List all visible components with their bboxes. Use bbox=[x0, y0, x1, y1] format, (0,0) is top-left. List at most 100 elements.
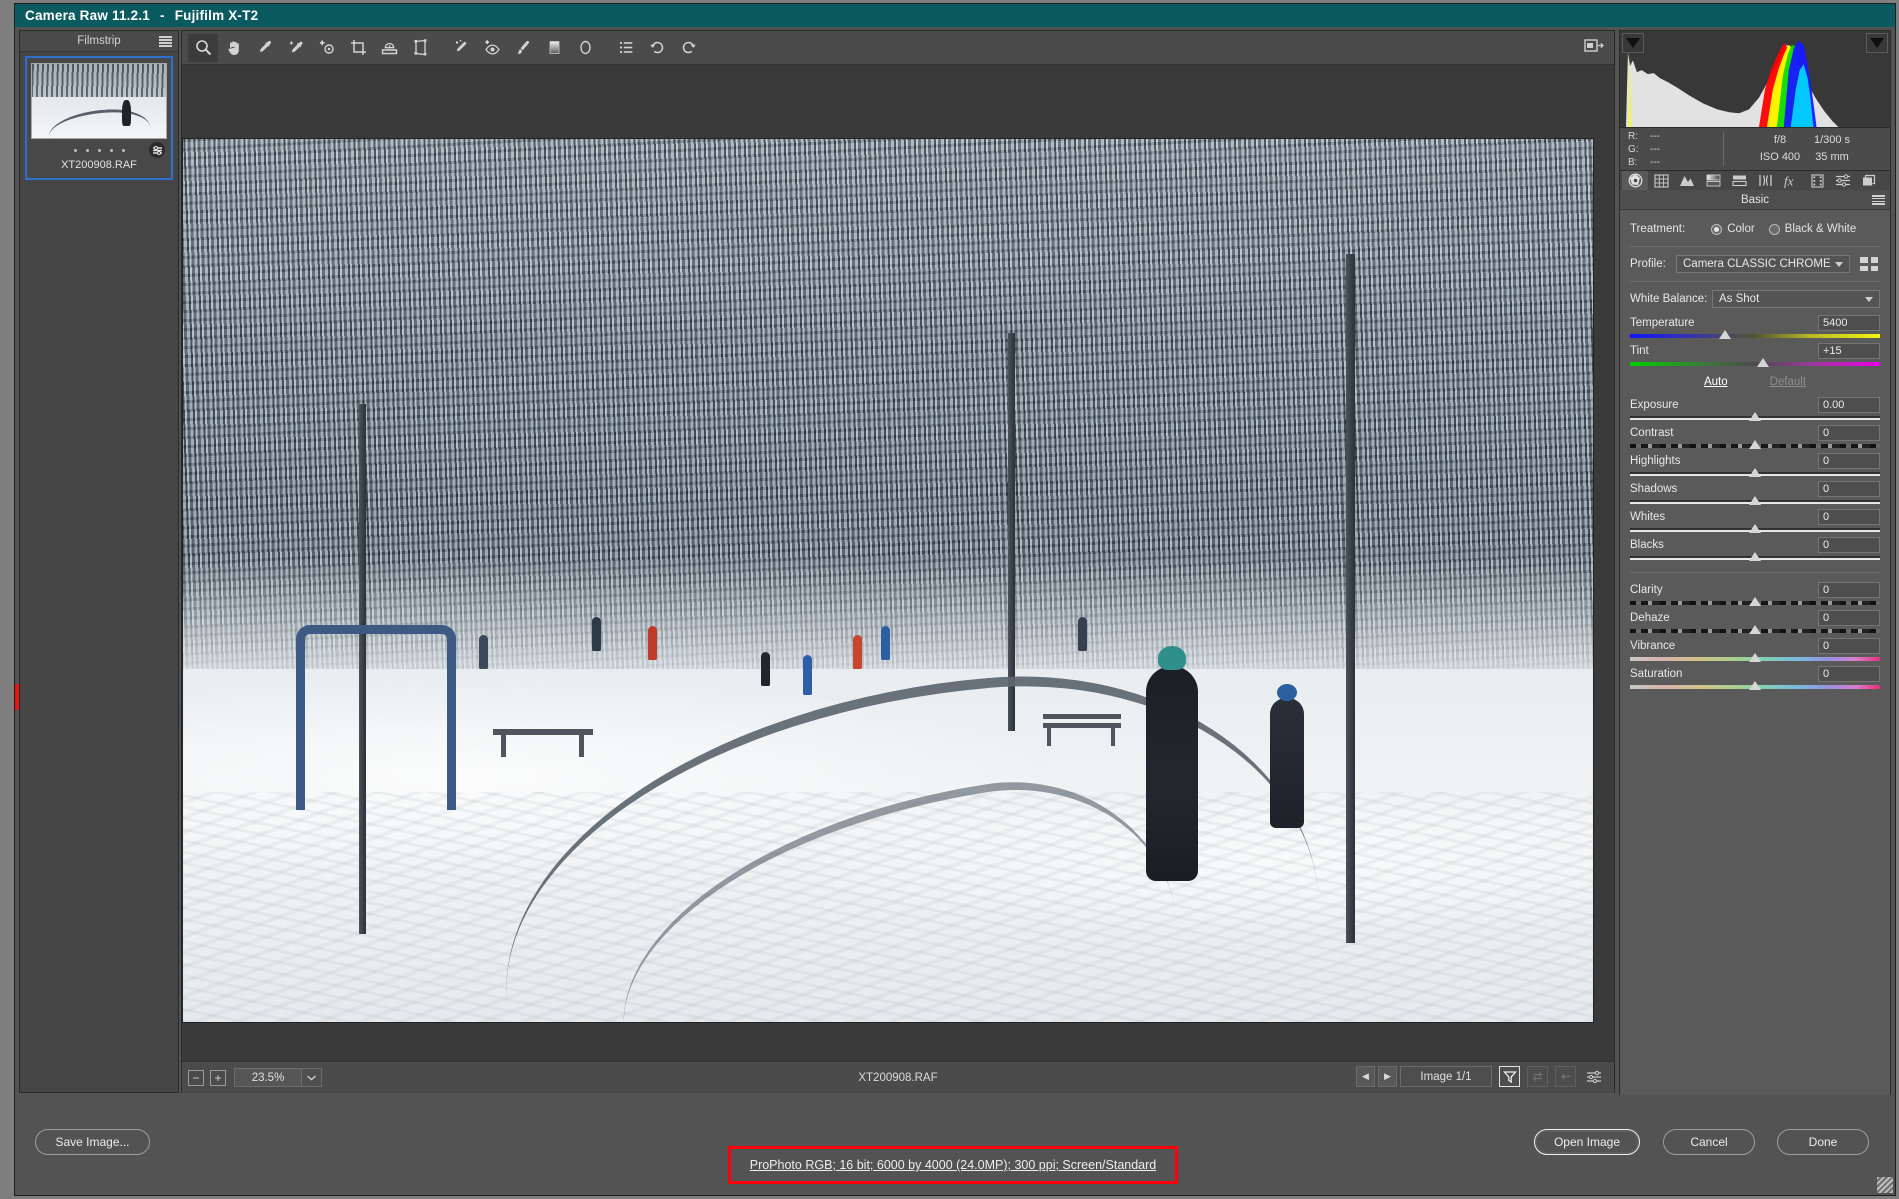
crop-tool[interactable] bbox=[343, 34, 373, 62]
tint-thumb[interactable] bbox=[1756, 358, 1769, 367]
image-canvas[interactable]: − + 23.5% XT200908.RAF ◀ ▶ Image 1/1 bbox=[182, 65, 1614, 1093]
blacks-thumb[interactable] bbox=[1749, 552, 1761, 561]
blacks-value[interactable]: 0 bbox=[1818, 536, 1880, 553]
saturation-track[interactable] bbox=[1630, 681, 1880, 690]
zoom-in-button[interactable]: + bbox=[210, 1069, 226, 1086]
open-image-button[interactable]: Open Image bbox=[1534, 1129, 1640, 1155]
exposure-track[interactable] bbox=[1630, 412, 1880, 421]
shadows-track[interactable] bbox=[1630, 496, 1880, 505]
highlight-clipping-triangle-icon[interactable] bbox=[1866, 33, 1888, 53]
tab-effects[interactable]: fx bbox=[1778, 171, 1804, 190]
save-image-button[interactable]: Save Image... bbox=[35, 1129, 150, 1155]
spot-removal-tool[interactable] bbox=[446, 34, 476, 62]
filmstrip-thumbnail[interactable]: XT200908.RAF bbox=[25, 56, 173, 180]
dehaze-value[interactable]: 0 bbox=[1818, 609, 1880, 626]
previous-image-button[interactable]: ◀ bbox=[1356, 1066, 1375, 1087]
tab-tone-curve[interactable] bbox=[1648, 171, 1674, 190]
clarity-thumb[interactable] bbox=[1749, 597, 1761, 606]
next-image-button[interactable]: ▶ bbox=[1378, 1066, 1397, 1087]
presets-tool[interactable] bbox=[611, 34, 641, 62]
saturation-thumb[interactable] bbox=[1749, 681, 1761, 690]
settings-sliders-icon[interactable] bbox=[1583, 1066, 1604, 1087]
highlights-value[interactable]: 0 bbox=[1818, 452, 1880, 469]
dehaze-track[interactable] bbox=[1630, 625, 1880, 634]
tab-lens-corrections[interactable] bbox=[1752, 171, 1778, 190]
radio-color-icon bbox=[1711, 223, 1723, 235]
cancel-button[interactable]: Cancel bbox=[1663, 1129, 1755, 1155]
highlights-track[interactable] bbox=[1630, 468, 1880, 477]
straighten-tool[interactable] bbox=[374, 34, 404, 62]
sync-settings-icon[interactable] bbox=[1527, 1066, 1548, 1087]
temperature-value[interactable]: 5400 bbox=[1818, 314, 1880, 331]
graduated-filter-tool[interactable] bbox=[539, 34, 569, 62]
filter-funnel-icon[interactable] bbox=[1499, 1066, 1520, 1087]
tab-basic[interactable] bbox=[1622, 171, 1648, 190]
tab-calibration[interactable] bbox=[1804, 171, 1830, 190]
temperature-thumb[interactable] bbox=[1719, 330, 1731, 339]
adjustment-badge-icon[interactable] bbox=[149, 142, 165, 158]
tab-presets[interactable] bbox=[1830, 171, 1856, 190]
whites-value[interactable]: 0 bbox=[1818, 508, 1880, 525]
profile-select[interactable]: Camera CLASSIC CHROME bbox=[1676, 255, 1850, 273]
camera-model: Fujifilm X-T2 bbox=[174, 8, 259, 23]
window-resize-grip[interactable] bbox=[1877, 1177, 1893, 1193]
histogram[interactable] bbox=[1619, 30, 1891, 128]
white-balance-tool[interactable] bbox=[250, 34, 280, 62]
treatment-color-option[interactable]: Color bbox=[1711, 223, 1755, 235]
auto-button[interactable]: Auto bbox=[1704, 376, 1728, 388]
aperture-value: f/8 bbox=[1773, 134, 1787, 146]
default-button[interactable]: Default bbox=[1770, 376, 1806, 388]
hamburger-menu-icon[interactable] bbox=[159, 36, 172, 47]
contrast-track[interactable] bbox=[1630, 440, 1880, 449]
transform-tool[interactable] bbox=[405, 34, 435, 62]
contrast-thumb[interactable] bbox=[1749, 440, 1761, 449]
contrast-value[interactable]: 0 bbox=[1818, 424, 1880, 441]
white-balance-select[interactable]: As Shot bbox=[1712, 290, 1880, 308]
clarity-track[interactable] bbox=[1630, 597, 1880, 606]
red-eye-tool[interactable] bbox=[477, 34, 507, 62]
tab-detail[interactable] bbox=[1674, 171, 1700, 190]
rotate-clockwise-tool[interactable] bbox=[673, 34, 703, 62]
zoom-level-value[interactable]: 23.5% bbox=[234, 1068, 302, 1087]
panel-menu-icon[interactable] bbox=[1872, 195, 1885, 205]
treatment-bw-option[interactable]: Black & White bbox=[1768, 223, 1856, 235]
vibrance-track[interactable] bbox=[1630, 653, 1880, 662]
photo-distant-person-2 bbox=[591, 617, 601, 652]
highlights-thumb[interactable] bbox=[1749, 468, 1761, 477]
shadows-thumb[interactable] bbox=[1749, 496, 1761, 505]
dehaze-thumb[interactable] bbox=[1749, 625, 1761, 634]
exposure-thumb[interactable] bbox=[1749, 412, 1761, 421]
vibrance-thumb[interactable] bbox=[1749, 653, 1761, 662]
workflow-options-link[interactable]: ProPhoto RGB; 16 bit; 6000 by 4000 (24.0… bbox=[750, 1158, 1157, 1172]
tab-split-toning[interactable] bbox=[1726, 171, 1752, 190]
tint-track[interactable] bbox=[1630, 358, 1880, 367]
vibrance-value[interactable]: 0 bbox=[1818, 637, 1880, 654]
toggle-fullscreen-icon[interactable] bbox=[1584, 37, 1604, 60]
temperature-track[interactable] bbox=[1630, 330, 1880, 339]
blacks-track[interactable] bbox=[1630, 552, 1880, 561]
hand-tool[interactable] bbox=[219, 34, 249, 62]
clarity-value[interactable]: 0 bbox=[1818, 581, 1880, 598]
left-arrow-icon[interactable] bbox=[1555, 1066, 1576, 1087]
rotate-counterclockwise-tool[interactable] bbox=[642, 34, 672, 62]
shadow-clipping-triangle-icon[interactable] bbox=[1622, 33, 1644, 53]
done-button[interactable]: Done bbox=[1777, 1129, 1869, 1155]
zoom-out-button[interactable]: − bbox=[188, 1069, 204, 1086]
tab-snapshots[interactable] bbox=[1856, 171, 1882, 190]
saturation-value[interactable]: 0 bbox=[1818, 665, 1880, 682]
targeted-adjustment-tool[interactable] bbox=[312, 34, 342, 62]
profile-browser-grid-icon[interactable] bbox=[1858, 255, 1880, 273]
tint-value[interactable]: +15 bbox=[1818, 342, 1880, 359]
shadows-value[interactable]: 0 bbox=[1818, 480, 1880, 497]
whites-track[interactable] bbox=[1630, 524, 1880, 533]
tab-hsl-grayscale[interactable] bbox=[1700, 171, 1726, 190]
preview-image[interactable] bbox=[182, 138, 1594, 1023]
zoom-tool[interactable] bbox=[188, 33, 218, 62]
exposure-value[interactable]: 0.00 bbox=[1818, 396, 1880, 413]
color-sampler-tool[interactable] bbox=[281, 34, 311, 62]
whites-thumb[interactable] bbox=[1749, 524, 1761, 533]
radial-filter-tool[interactable] bbox=[570, 34, 600, 62]
adjustment-brush-tool[interactable] bbox=[508, 34, 538, 62]
zoom-dropdown-chevron-icon[interactable] bbox=[302, 1068, 322, 1087]
rating-dots[interactable] bbox=[73, 148, 125, 152]
